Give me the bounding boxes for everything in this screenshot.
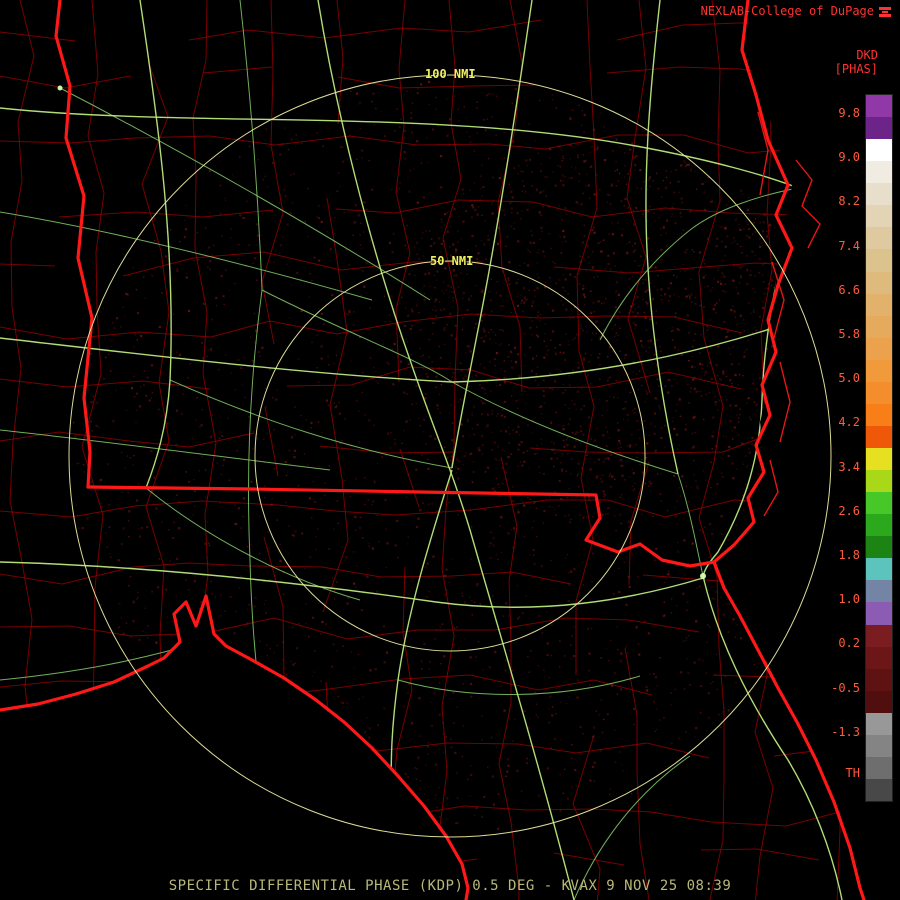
colorbar-cell: [866, 580, 892, 603]
colorbar-label: -1.3: [831, 724, 860, 739]
colorbar-label: 7.4: [838, 238, 860, 253]
colorbar-cell: [866, 161, 892, 184]
colorbar-cell: [866, 778, 892, 801]
colorbar: 9.8 9.0 8.2 7.4 6.6 5.8 5.0 4.2 3.4 2.6 1.8 1.0 0.2 -…: [808, 94, 893, 802]
colorbar-label: 5.0: [838, 371, 860, 386]
colorbar-label: 5.8: [838, 327, 860, 341]
colorbar-cell: [866, 558, 892, 581]
colorbar-cell: [866, 756, 892, 779]
colorbar-label: 8.2: [838, 194, 860, 209]
colorbar-cell: [866, 205, 892, 228]
colorbar-cell: [866, 381, 892, 404]
colorbar-label: 3.4: [838, 459, 860, 474]
colorbar-label: 1.0: [838, 592, 860, 607]
colorbar-label: 6.6: [838, 282, 860, 297]
west-state-border: [54, 0, 94, 489]
colorbar-label: 9.0: [838, 150, 860, 165]
colorbar-label: 1.8: [838, 548, 860, 562]
colorbar-cell: [866, 227, 892, 250]
cod-logo-icon: [879, 7, 891, 17]
colorbar-cell: [866, 293, 892, 316]
colorbar-cell: [866, 668, 892, 691]
colorbar-cell: [866, 690, 892, 713]
colorbar-cell: [866, 602, 892, 625]
radar-viewer: 100 NMI 50 NMI NEXLAB-College of DuPage …: [0, 0, 900, 900]
colorbar-cell: [866, 359, 892, 382]
colorbar-label: 2.6: [838, 503, 860, 518]
colorbar-cell: [866, 514, 892, 537]
colorbar-cell: [866, 470, 892, 493]
colorbar-scale: [865, 94, 893, 802]
colorbar-cell: [866, 95, 892, 118]
colorbar-cell: [866, 712, 892, 735]
colorbar-cell: [866, 536, 892, 559]
radar-map: [0, 0, 866, 900]
colorbar-label: 4.2: [838, 415, 860, 430]
colorbar-cell: [866, 117, 892, 140]
colorbar-cell: [866, 249, 892, 272]
colorbar-cell: [866, 624, 892, 647]
colorbar-cell: [866, 425, 892, 448]
colorbar-cell: [866, 734, 892, 757]
colorbar-threshold-label: TH: [845, 766, 860, 780]
colorbar-cell: [866, 271, 892, 294]
county-boundaries: [0, 0, 866, 900]
fl-ga-border: [86, 485, 716, 568]
colorbar-labels: 9.8 9.0 8.2 7.4 6.6 5.8 5.0 4.2 3.4 2.6 1.8 1.0 0.2 -…: [812, 95, 860, 801]
range-ring-100nmi: [68, 74, 832, 838]
colorbar-label: -0.5: [831, 680, 860, 695]
colorbar-cell: [866, 337, 892, 360]
colorbar-cell: [866, 403, 892, 426]
colorbar-cell: [866, 139, 892, 162]
colorbar-cell: [866, 183, 892, 206]
colorbar-cell: [866, 315, 892, 338]
colorbar-label: 9.8: [838, 106, 860, 120]
range-rings: [68, 74, 832, 838]
colorbar-cell: [866, 646, 892, 669]
colorbar-label: 0.2: [838, 636, 860, 651]
colorbar-cell: [866, 448, 892, 471]
state-borders-coastline: [0, 0, 866, 900]
colorbar-cell: [866, 492, 892, 515]
